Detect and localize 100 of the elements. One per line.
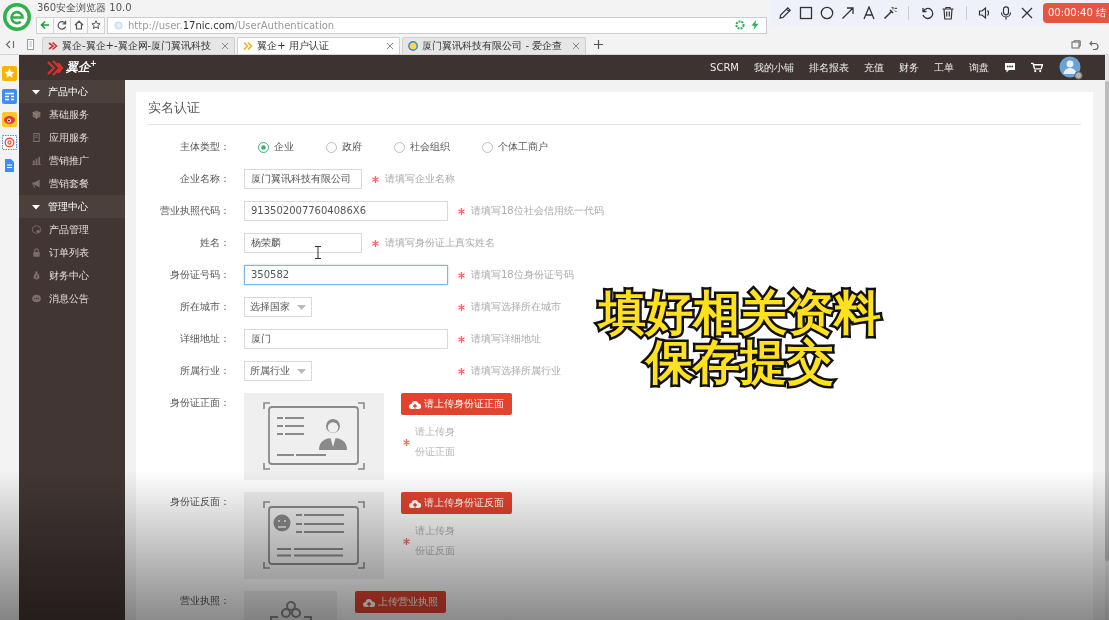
trash-icon[interactable] bbox=[941, 6, 955, 20]
text-tool-icon[interactable] bbox=[862, 6, 876, 20]
dropdown-caret-icon bbox=[297, 304, 306, 310]
dropdown[interactable]: 选择国家 bbox=[244, 297, 312, 317]
hint-text: 请填写企业名称 bbox=[385, 172, 455, 186]
upload-button[interactable]: 请上传身份证反面 bbox=[401, 492, 512, 514]
field-label: 营业执照： bbox=[180, 594, 230, 608]
nav-link[interactable]: 充值 bbox=[864, 60, 884, 75]
microphone-icon[interactable] bbox=[999, 6, 1013, 20]
money-bag-icon bbox=[32, 271, 41, 280]
radio-option[interactable]: 个体工商户 bbox=[482, 140, 548, 154]
document-icon[interactable] bbox=[2, 158, 17, 173]
close-icon[interactable] bbox=[1020, 6, 1034, 20]
text-input[interactable]: 厦门翼讯科技有限公司 bbox=[244, 169, 362, 189]
avatar-icon[interactable] bbox=[1059, 55, 1083, 80]
plus-icon[interactable] bbox=[594, 40, 604, 49]
speaker-icon[interactable] bbox=[978, 6, 992, 20]
recording-timer[interactable]: 00:00:40 结 bbox=[1042, 3, 1109, 23]
sidebar-item[interactable]: 基础服务 bbox=[19, 103, 125, 126]
sidebar-item[interactable]: 订单列表 bbox=[19, 241, 125, 264]
radio-option[interactable]: 社会组织 bbox=[394, 140, 450, 154]
sidebar-item[interactable]: 产品管理 bbox=[19, 218, 125, 241]
scrollbar[interactable] bbox=[1105, 55, 1109, 620]
text-input[interactable]: 杨荣麟 bbox=[244, 233, 362, 253]
nav-link[interactable]: 排名报表 bbox=[809, 60, 849, 75]
refresh-button[interactable] bbox=[53, 16, 71, 34]
sidebar-item[interactable]: 应用服务 bbox=[19, 126, 125, 149]
star-icon bbox=[91, 20, 101, 30]
browser-tab[interactable]: 翼企+ 用户认证 bbox=[237, 37, 401, 54]
swoosh-icon bbox=[48, 41, 58, 51]
window-icon[interactable] bbox=[1071, 39, 1081, 50]
field-label: 身份证号码： bbox=[170, 268, 230, 282]
padlock-icon bbox=[32, 248, 41, 257]
hint-text: 请填写详细地址 bbox=[471, 332, 541, 346]
chevron-icon bbox=[243, 41, 254, 51]
scrollbar-thumb[interactable] bbox=[1105, 81, 1109, 561]
sidebar-item[interactable]: 营销套餐 bbox=[19, 172, 125, 195]
field-label: 身份证正面： bbox=[170, 396, 230, 410]
undo-icon[interactable] bbox=[920, 6, 934, 20]
window-title: 360安全浏览器 10.0 bbox=[36, 1, 132, 14]
cloud-upload-icon bbox=[409, 498, 421, 508]
list-icon[interactable] bbox=[2, 89, 17, 104]
collapse-icon[interactable] bbox=[5, 40, 15, 49]
field-label: 营业执照代码： bbox=[160, 204, 230, 218]
logo-icon[interactable] bbox=[47, 59, 65, 76]
chat-bubble-icon bbox=[32, 294, 41, 303]
dropdown-caret-icon bbox=[297, 368, 306, 374]
hint-text: 请填写身份证上真实姓名 bbox=[385, 236, 495, 250]
text-input[interactable]: 350582 bbox=[244, 265, 448, 285]
nav-link[interactable]: SCRM bbox=[710, 62, 739, 73]
ring-icon bbox=[735, 20, 745, 30]
circle-icon[interactable] bbox=[820, 6, 834, 20]
caption-line: 填好相关资料 bbox=[599, 288, 881, 337]
undo-icon[interactable] bbox=[1089, 39, 1099, 50]
arrow-icon[interactable] bbox=[841, 6, 855, 20]
cube-icon bbox=[32, 110, 41, 119]
square-icon[interactable] bbox=[799, 6, 813, 20]
sidebar-item[interactable]: 消息公告 bbox=[19, 287, 125, 310]
star-icon[interactable] bbox=[2, 66, 17, 81]
nav-link[interactable]: 财务 bbox=[899, 60, 919, 75]
chat-icon[interactable] bbox=[1004, 62, 1016, 73]
dropdown[interactable]: 所属行业 bbox=[244, 361, 312, 381]
nav-link[interactable]: 工单 bbox=[934, 60, 954, 75]
browser-tab[interactable]: 翼企-翼企+-翼企网-厦门翼讯科技 bbox=[42, 37, 236, 54]
arrow-left-icon bbox=[40, 20, 50, 30]
nav-link[interactable]: 询盘 bbox=[969, 60, 989, 75]
bar-chart-icon bbox=[32, 156, 41, 165]
favorite-button[interactable] bbox=[87, 16, 105, 34]
cart-icon[interactable] bbox=[1031, 62, 1043, 73]
sidebar-item[interactable]: 营销推广 bbox=[19, 149, 125, 172]
nav-link[interactable]: 我的小铺 bbox=[754, 60, 794, 75]
cloud-upload-icon bbox=[363, 597, 375, 607]
upload-button[interactable]: 请上传身份证正面 bbox=[401, 393, 512, 415]
page-icon[interactable] bbox=[27, 39, 34, 50]
sidebar-section[interactable]: 管理中心 bbox=[19, 195, 125, 218]
hint-text: 请填写18位社会信用统一代码 bbox=[471, 204, 604, 218]
field-label: 企业名称： bbox=[180, 172, 230, 186]
radio-option[interactable]: 企业 bbox=[258, 140, 294, 154]
text-input[interactable]: 9135020077604086X6 bbox=[244, 201, 448, 221]
pencil-icon[interactable] bbox=[778, 6, 792, 20]
sidebar-item[interactable]: 财务中心 bbox=[19, 264, 125, 287]
back-button[interactable] bbox=[36, 16, 54, 34]
logo-text[interactable]: 翼企$^{+}$ bbox=[66, 59, 97, 76]
eye-icon[interactable] bbox=[2, 112, 17, 127]
address-bar[interactable]: http://user.17nic.com/UserAuthentication bbox=[107, 16, 767, 34]
browser-tab[interactable]: 厦门翼讯科技有限公司 - 爱企查 bbox=[402, 37, 587, 54]
text-input[interactable]: 厦门 bbox=[244, 329, 448, 349]
magic-wand-icon[interactable] bbox=[883, 6, 897, 20]
megaphone-icon bbox=[32, 179, 41, 188]
field-label: 姓名： bbox=[200, 236, 230, 250]
radio-option[interactable]: 政府 bbox=[326, 140, 362, 154]
at-sign-icon[interactable] bbox=[2, 135, 17, 150]
globe-icon bbox=[114, 20, 123, 30]
home-button[interactable] bbox=[70, 16, 88, 34]
sidebar-section[interactable]: 产品中心 bbox=[19, 80, 125, 103]
document-icon bbox=[32, 133, 41, 142]
cloud-upload-icon bbox=[409, 399, 421, 409]
field-label: 详细地址： bbox=[180, 332, 230, 346]
field-label: 所在城市： bbox=[180, 300, 230, 314]
text-cursor-icon bbox=[315, 246, 321, 259]
